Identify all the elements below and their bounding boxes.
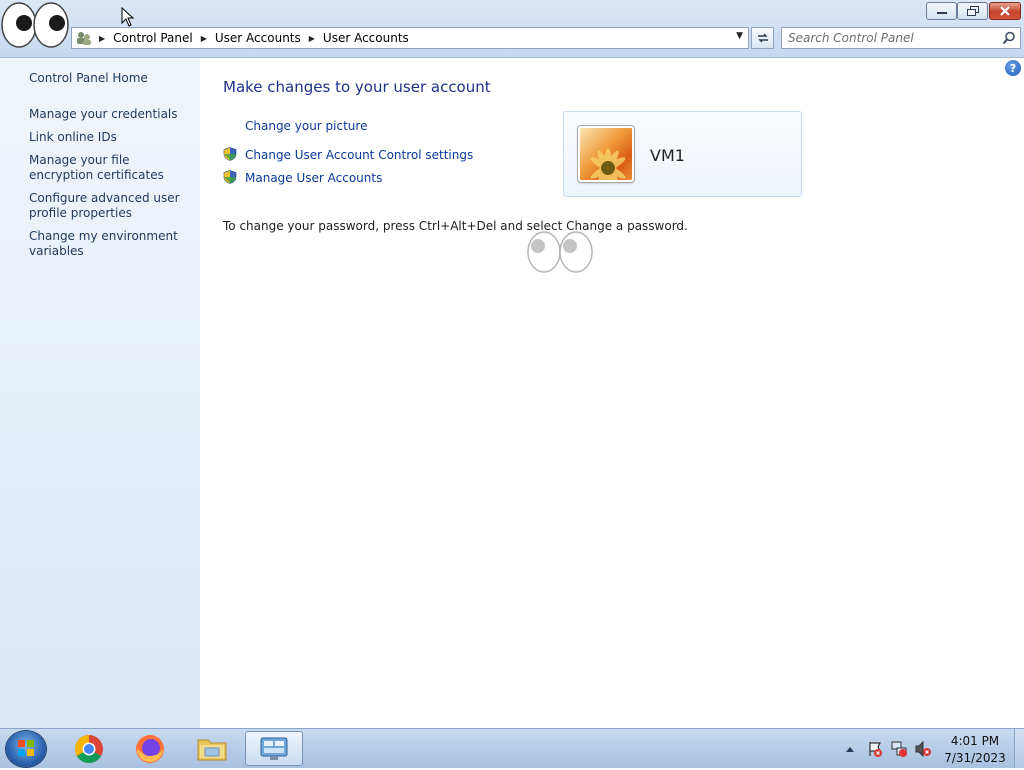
- breadcrumb-control-panel[interactable]: Control Panel: [113, 31, 193, 45]
- account-picture[interactable]: [577, 125, 635, 183]
- network-icon[interactable]: [890, 740, 908, 758]
- breadcrumb-user-accounts-category[interactable]: User Accounts: [215, 31, 301, 45]
- address-bar[interactable]: ▶ Control Panel ▶ User Accounts ▶ User A…: [71, 27, 749, 49]
- mouse-cursor-icon: [121, 7, 135, 27]
- eyes-overlay-icon: [527, 231, 593, 273]
- account-name: VM1: [650, 146, 685, 165]
- search-box[interactable]: [781, 27, 1021, 49]
- task-change-uac-settings[interactable]: Change User Account Control settings: [245, 148, 473, 162]
- nav-file-encryption-certificates[interactable]: Manage your file encryption certificates: [29, 153, 194, 183]
- breadcrumb-separator-icon[interactable]: ▶: [201, 34, 207, 43]
- show-hidden-icons-icon[interactable]: [845, 745, 855, 753]
- window-titlebar: ▶ Control Panel ▶ User Accounts ▶ User A…: [0, 0, 1024, 58]
- page-title: Make changes to your user account: [223, 78, 491, 96]
- refresh-button[interactable]: [751, 27, 774, 49]
- breadcrumb-separator-icon[interactable]: ▶: [309, 34, 315, 43]
- restore-icon: [966, 6, 979, 16]
- search-input[interactable]: [788, 31, 998, 45]
- password-hint-text: To change your password, press Ctrl+Alt+…: [223, 219, 688, 233]
- taskbar-chrome[interactable]: [60, 731, 118, 766]
- search-icon[interactable]: [1002, 31, 1016, 45]
- windows-logo-icon: [18, 740, 34, 756]
- address-history-dropdown-icon[interactable]: ▼: [736, 31, 743, 41]
- show-desktop-button[interactable]: [1014, 729, 1024, 768]
- close-icon: [1000, 6, 1010, 16]
- uac-shield-icon: [223, 170, 237, 184]
- firefox-icon: [136, 734, 164, 763]
- action-center-flag-icon[interactable]: [866, 740, 884, 758]
- help-icon[interactable]: ?: [1005, 60, 1021, 76]
- clock-date[interactable]: 7/31/2023: [940, 751, 1010, 765]
- breadcrumb-separator-icon[interactable]: ▶: [99, 34, 105, 43]
- nav-link-online-ids[interactable]: Link online IDs: [29, 130, 194, 145]
- refresh-icon: [757, 33, 768, 43]
- start-button[interactable]: [6, 731, 46, 767]
- taskbar: 4:01 PM 7/31/2023: [0, 728, 1024, 768]
- taskbar-control-panel[interactable]: [245, 731, 303, 766]
- folder-icon: [197, 739, 227, 760]
- control-panel-icon: [260, 737, 288, 760]
- control-panel-users-icon: [77, 32, 91, 45]
- nav-control-panel-home[interactable]: Control Panel Home: [29, 71, 194, 86]
- eyes-overlay-icon: [1, 2, 69, 48]
- clock-time[interactable]: 4:01 PM: [940, 734, 1010, 748]
- nav-advanced-profile-properties[interactable]: Configure advanced user profile properti…: [29, 191, 194, 221]
- minimize-button[interactable]: [926, 2, 957, 20]
- chrome-icon: [75, 734, 103, 763]
- flower-picture-icon: [590, 148, 626, 180]
- main-content: ? Make changes to your user account Chan…: [200, 58, 1024, 728]
- taskbar-file-explorer[interactable]: [183, 731, 241, 766]
- restore-button[interactable]: [957, 2, 988, 20]
- taskbar-firefox[interactable]: [121, 731, 179, 766]
- uac-shield-icon: [223, 147, 237, 161]
- nav-manage-credentials[interactable]: Manage your credentials: [29, 107, 194, 122]
- account-tile: VM1: [563, 111, 802, 197]
- nav-environment-variables[interactable]: Change my environment variables: [29, 229, 179, 259]
- breadcrumb-user-accounts[interactable]: User Accounts: [323, 31, 409, 45]
- minimize-icon: [936, 12, 947, 14]
- volume-muted-icon[interactable]: [914, 740, 932, 758]
- close-button[interactable]: [989, 2, 1021, 20]
- left-navigation-pane: Control Panel Home Manage your credentia…: [0, 58, 200, 728]
- task-manage-user-accounts[interactable]: Manage User Accounts: [245, 171, 382, 185]
- task-change-picture[interactable]: Change your picture: [245, 119, 367, 133]
